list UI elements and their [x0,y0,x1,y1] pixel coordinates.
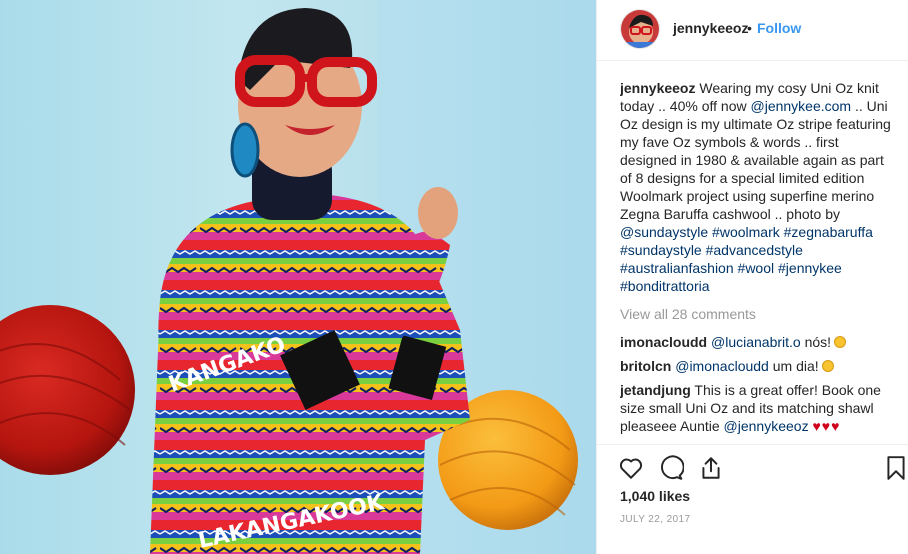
caption-link-site[interactable]: @jennykee.com [751,98,852,114]
post-side-panel: jennykeeoz • Follow jennykeeoz Wearing m… [596,0,908,554]
hashtag[interactable]: #zegnabaruffa [784,224,873,240]
caption-username[interactable]: jennykeeoz [620,80,695,96]
caption: jennykeeoz Wearing my cosy Uni Oz knit t… [620,79,896,295]
header-username[interactable]: jennykeeoz [673,20,748,36]
comment-username[interactable]: britolcn [620,358,671,374]
comment-mention[interactable]: @imonacloudd [675,358,769,374]
hashtag[interactable]: #australianfashion [620,260,734,276]
bookmark-icon[interactable] [883,455,908,481]
smiling-face-emoji-icon [821,360,834,372]
comment-mention[interactable]: @jennykeeoz [724,418,809,434]
hashtag[interactable]: #jennykee [778,260,842,276]
post-image: KANGAKO LAKANGAKOOK [0,0,596,554]
comment-bubble-icon[interactable] [658,455,684,481]
hashtag[interactable]: #advancedstyle [706,242,803,258]
comment-item: imonacloudd @lucianabrit.o nós! [620,333,896,351]
likes-count[interactable]: 1,040 likes [620,488,690,504]
comment-mention[interactable]: @lucianabrit.o [711,334,801,350]
comment-username[interactable]: jetandjung [620,382,691,398]
comment-username[interactable]: imonacloudd [620,334,707,350]
hashtag[interactable]: #sundaystyle [620,242,702,258]
smiling-face-emoji-icon [834,336,847,348]
heart-outline-icon[interactable] [618,455,644,481]
share-icon[interactable] [698,455,724,481]
caption-link-photographer[interactable]: @sundaystyle [620,224,708,240]
comment-item: jetandjung This is a great offer! Book o… [620,381,896,435]
hashtag[interactable]: #wool [738,260,775,276]
avatar[interactable] [620,9,660,49]
post-photo[interactable]: KANGAKO LAKANGAKOOK [0,0,596,554]
hashtag[interactable]: #woolmark [712,224,780,240]
action-bar [597,444,908,492]
view-all-comments-link[interactable]: View all 28 comments [620,305,896,323]
comment-item: britolcn @imonacloudd um dia! [620,357,896,375]
post-date[interactable]: JULY 22, 2017 [620,514,690,525]
caption-text-part2: .. Uni Oz design is my ultimate Oz strip… [620,98,891,222]
post-header: jennykeeoz • Follow [597,0,908,61]
comments-list[interactable]: jennykeeoz Wearing my cosy Uni Oz knit t… [620,79,896,443]
follow-button[interactable]: Follow [757,20,801,36]
heart-emoji-icons: ♥♥♥ [812,418,841,434]
avatar-image [621,10,659,48]
comment-text: nós! [800,334,832,350]
hashtag[interactable]: #bonditrattoria [620,278,710,294]
header-separator: • [747,20,752,36]
comment-text: um dia! [768,358,819,374]
